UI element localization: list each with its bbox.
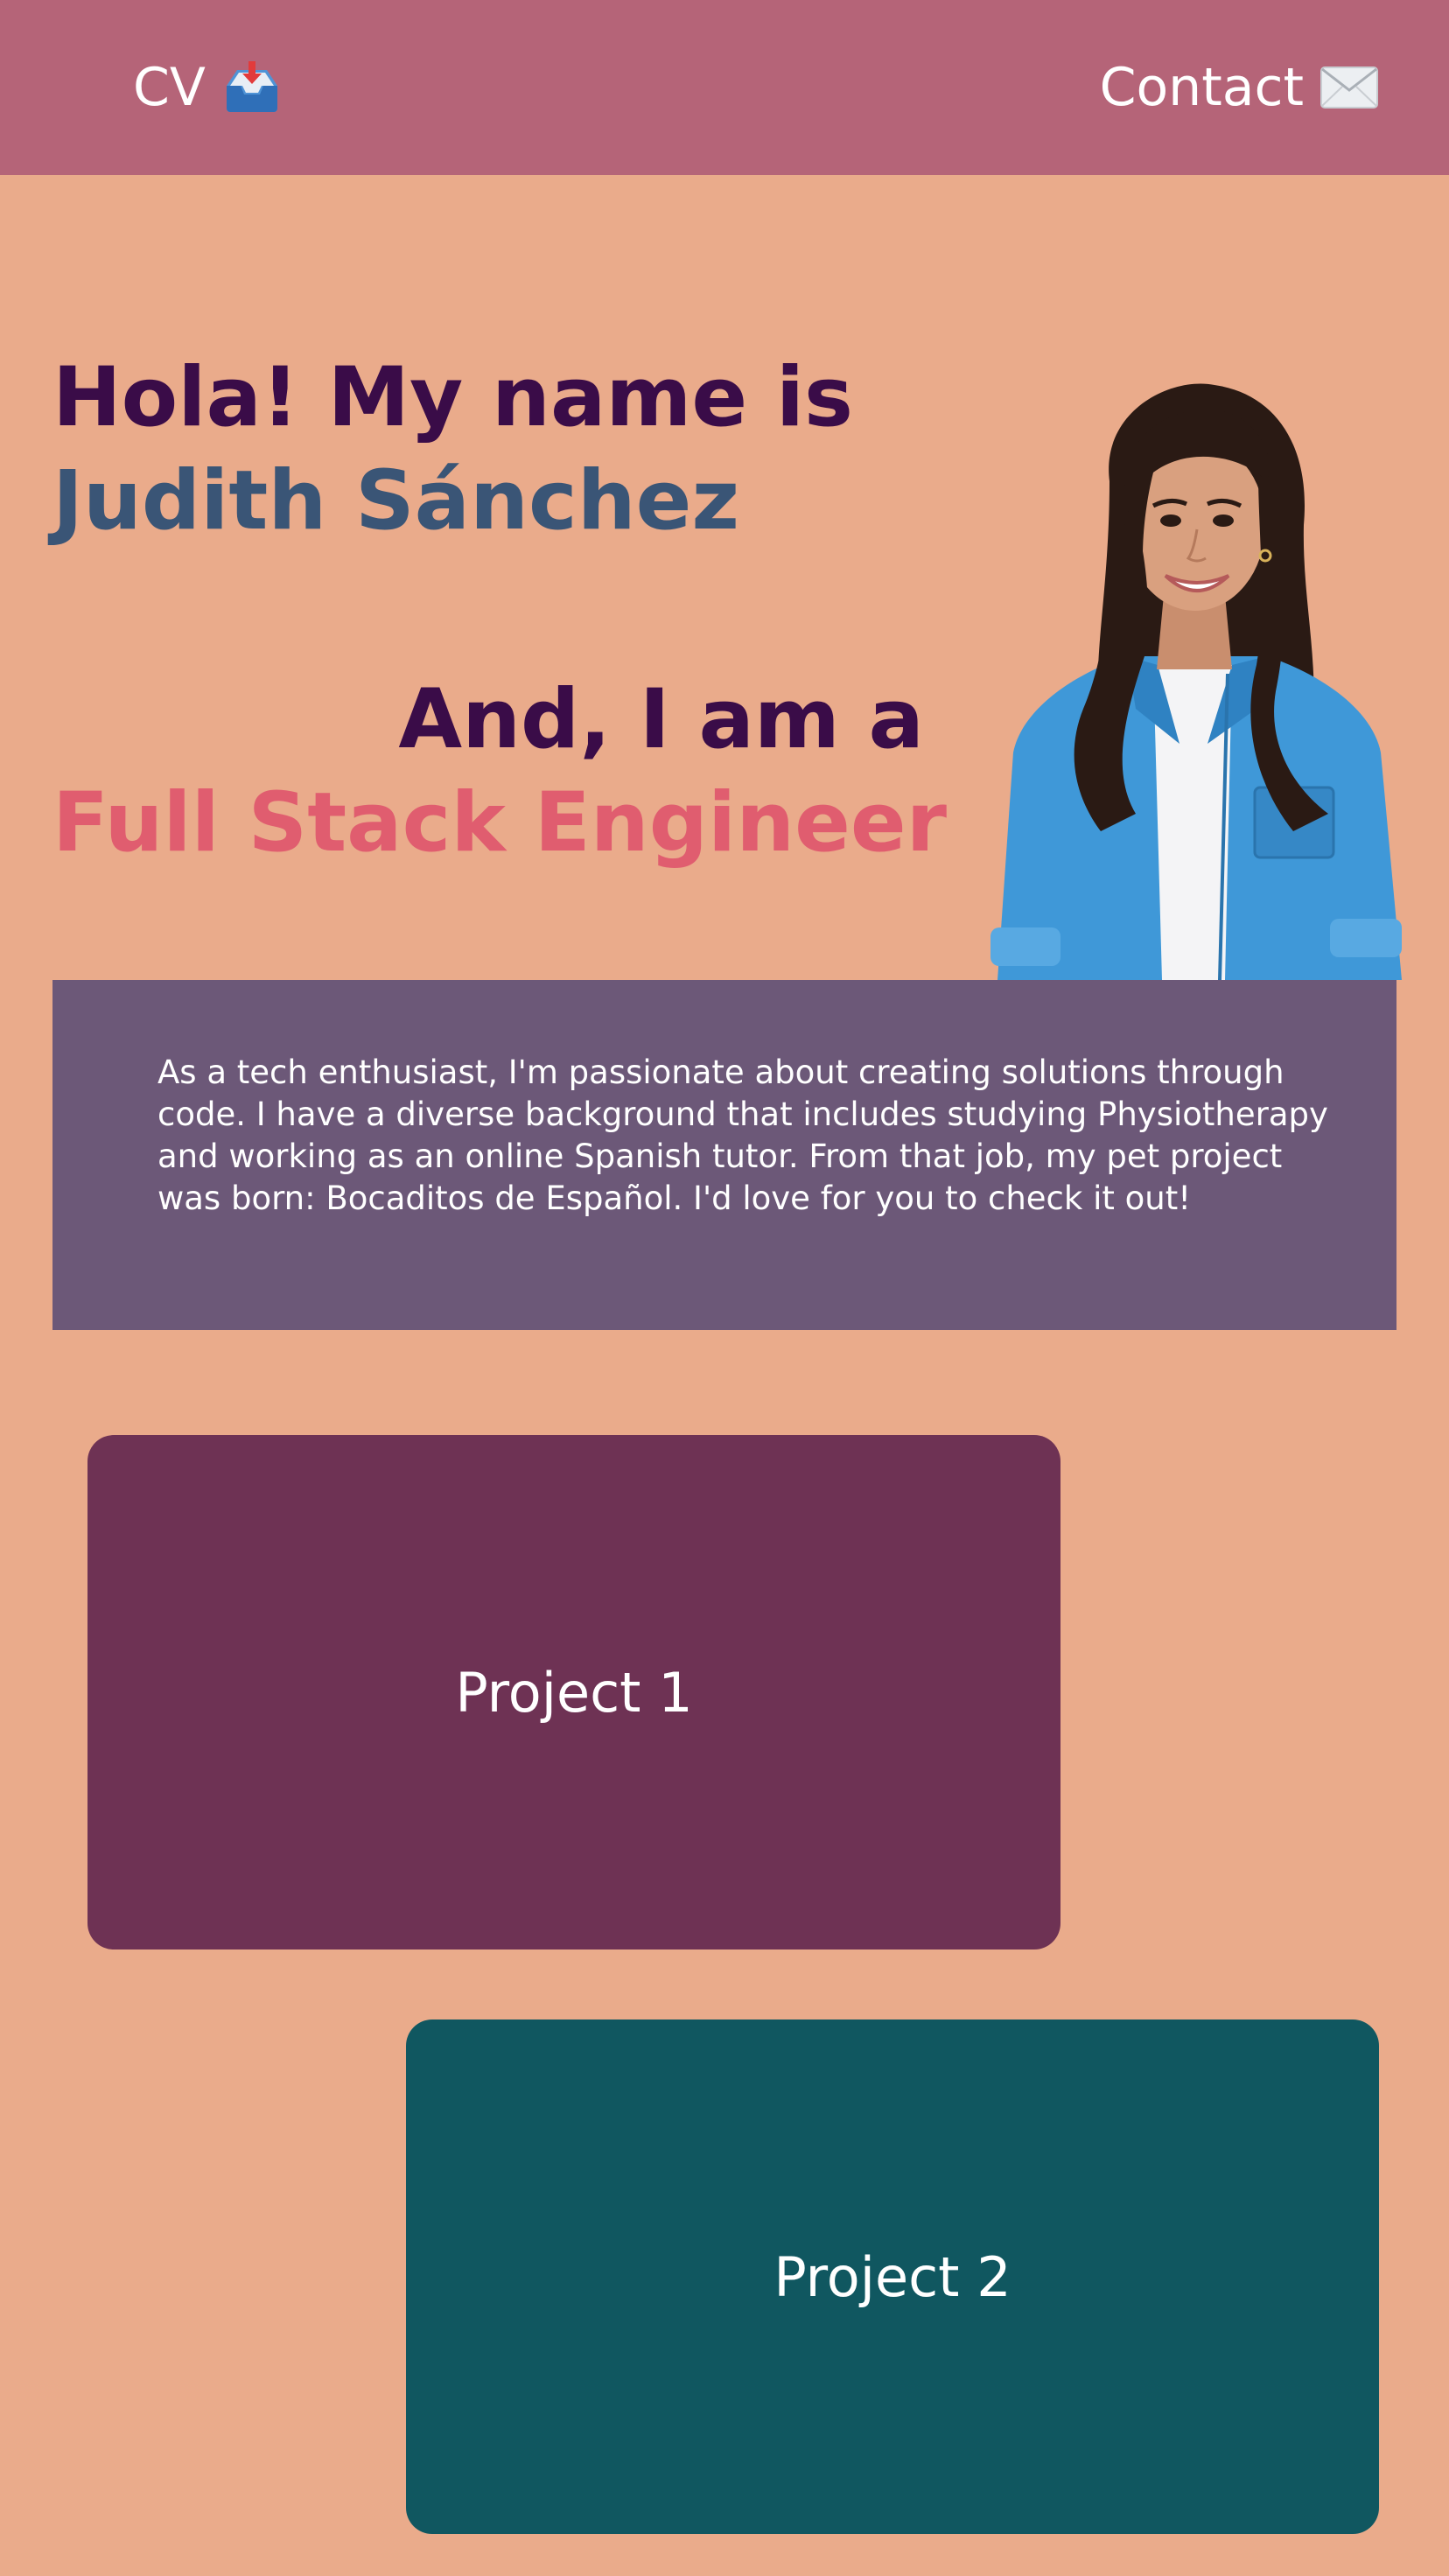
envelope-icon	[1320, 66, 1379, 109]
project-card-1-label: Project 1	[455, 1660, 693, 1725]
inbox-tray-icon	[221, 60, 283, 116]
name-heading: Judith Sánchez	[52, 453, 740, 549]
role-heading: Full Stack Engineer	[52, 775, 947, 871]
intro-heading: And, I am a	[398, 672, 924, 767]
project-card-2-label: Project 2	[774, 2244, 1012, 2309]
contact-link[interactable]: Contact	[1100, 51, 1379, 124]
greeting-heading: Hola! My name is	[52, 350, 853, 445]
project-card-1[interactable]: Project 1	[88, 1435, 1060, 1950]
top-nav-bar: CV Contact	[0, 0, 1449, 175]
about-section: As a tech enthusiast, I'm passionate abo…	[52, 980, 1396, 1330]
contact-link-label: Contact	[1099, 57, 1304, 118]
project-card-2[interactable]: Project 2	[406, 2020, 1379, 2534]
about-text: As a tech enthusiast, I'm passionate abo…	[158, 1054, 1328, 1217]
cv-link-label: CV	[133, 57, 206, 118]
portfolio-page: CV Contact Hola! My name is Judith Sánch…	[0, 0, 1449, 2576]
cv-link[interactable]: CV	[133, 51, 283, 124]
profile-photo	[978, 376, 1410, 981]
